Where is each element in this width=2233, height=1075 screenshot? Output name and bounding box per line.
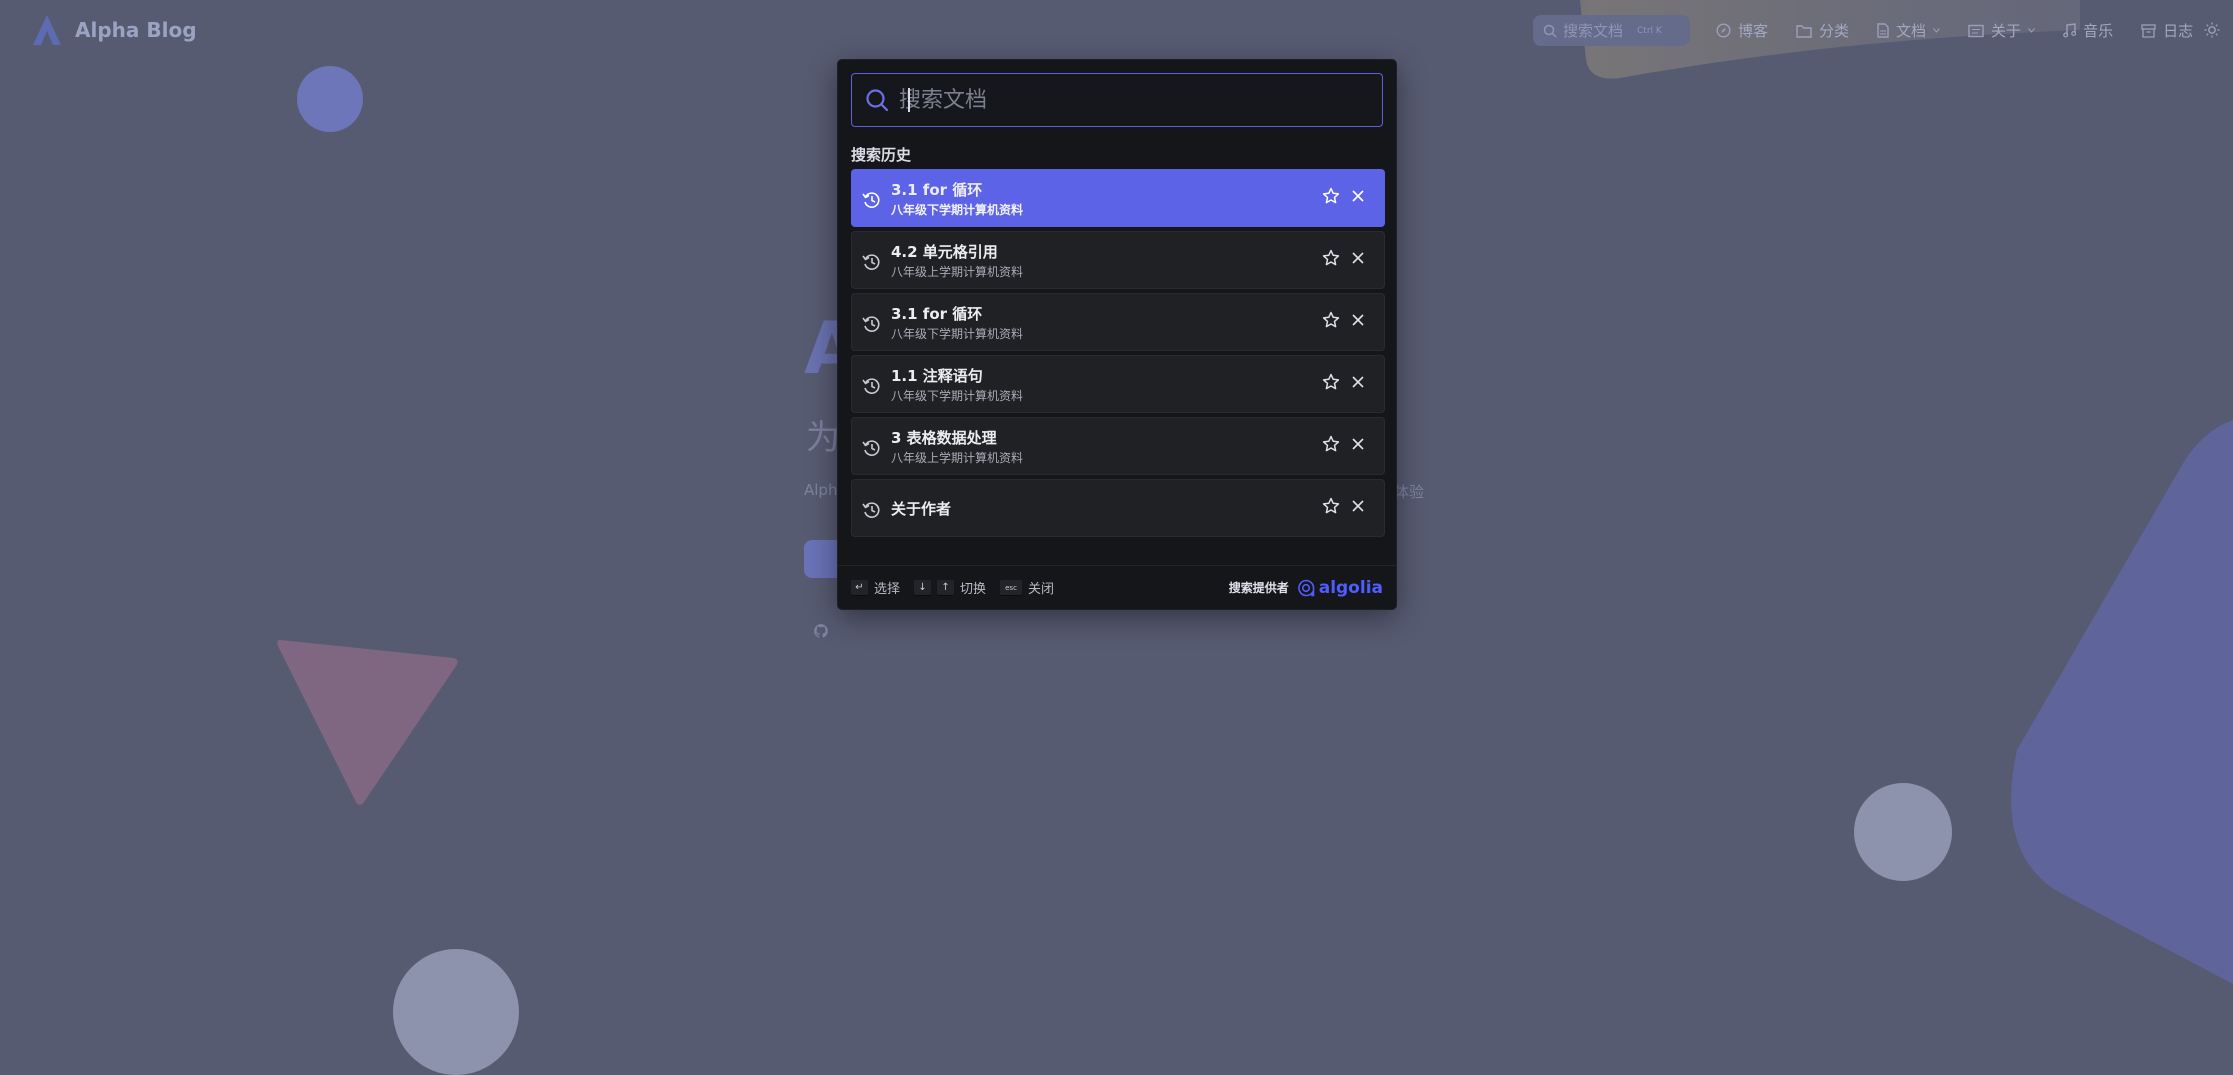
decorative-circle xyxy=(297,66,363,132)
star-icon[interactable] xyxy=(1322,373,1340,391)
history-item-title: 4.2 单元格引用 xyxy=(891,243,998,261)
close-icon[interactable] xyxy=(1352,314,1364,326)
nav-link-category[interactable]: 分类 xyxy=(1796,20,1849,41)
compass-icon xyxy=(1716,23,1731,38)
enter-key-icon: ↵ xyxy=(851,579,868,596)
nav-link-label: 关于 xyxy=(1991,22,2022,40)
escape-key-icon: esc xyxy=(1000,579,1023,596)
id-card-icon xyxy=(1968,24,1984,37)
nav-search-button[interactable]: 搜索文档 Ctrl K xyxy=(1533,15,1690,46)
decorative-circle xyxy=(393,949,519,1075)
nav-link-label: 分类 xyxy=(1819,22,1850,40)
history-item-title: 3.1 for 循环 xyxy=(891,305,983,323)
nav-search-shortcut: Ctrl K xyxy=(1637,25,1662,36)
search-icon xyxy=(866,89,889,112)
history-item-subtitle: 八年级下学期计算机资料 xyxy=(891,389,1024,403)
hero-description: Alph xyxy=(804,481,838,499)
history-item[interactable]: 3.1 for 循环 八年级下学期计算机资料 xyxy=(851,169,1385,227)
logo-icon xyxy=(33,15,61,45)
decorative-triangle xyxy=(277,640,458,805)
search-input[interactable] xyxy=(897,86,1361,114)
arrow-down-key-icon: ↓ xyxy=(914,579,932,596)
history-icon xyxy=(862,316,880,332)
star-icon[interactable] xyxy=(1322,249,1340,267)
history-item-subtitle: 八年级下学期计算机资料 xyxy=(891,203,1024,217)
brand-name: Alpha Blog xyxy=(75,18,197,42)
nav-link-music[interactable]: 音乐 xyxy=(2063,20,2113,41)
algolia-logo: algolia xyxy=(1297,578,1383,598)
nav-search-placeholder: 搜索文档 xyxy=(1563,22,1624,40)
star-icon[interactable] xyxy=(1322,435,1340,453)
history-icon xyxy=(862,502,880,518)
document-icon xyxy=(1877,23,1889,38)
history-icon xyxy=(862,440,880,456)
algolia-icon xyxy=(1297,579,1315,596)
search-modal: 搜索历史 3.1 for 循环 八年级下学期计算机资料 4.2 单元格引用 八年… xyxy=(838,60,1396,609)
folder-icon xyxy=(1796,24,1812,38)
search-history-list: 3.1 for 循环 八年级下学期计算机资料 4.2 单元格引用 八年级上学期计… xyxy=(851,169,1385,541)
nav-link-label: 日志 xyxy=(2163,22,2194,40)
nav-link-about[interactable]: 关于 xyxy=(1968,20,2035,41)
history-icon xyxy=(862,254,880,270)
algolia-wordmark: algolia xyxy=(1318,577,1383,598)
arrow-up-key-icon: ↑ xyxy=(937,579,955,596)
archive-icon xyxy=(2141,23,2156,38)
history-item[interactable]: 3 表格数据处理 八年级上学期计算机资料 xyxy=(851,417,1385,475)
chevron-down-icon xyxy=(2028,28,2035,33)
history-item-subtitle: 八年级下学期计算机资料 xyxy=(891,327,1024,341)
history-item[interactable]: 关于作者 xyxy=(851,479,1385,537)
history-item[interactable]: 1.1 注释语句 八年级下学期计算机资料 xyxy=(851,355,1385,413)
decorative-circle xyxy=(1854,783,1952,881)
hero-subtitle: 为 xyxy=(806,418,840,458)
star-icon[interactable] xyxy=(1322,311,1340,329)
history-item-subtitle: 八年级上学期计算机资料 xyxy=(891,451,1024,465)
sun-icon[interactable] xyxy=(2204,22,2220,38)
history-item-subtitle: 八年级上学期计算机资料 xyxy=(891,265,1024,279)
history-item[interactable]: 3.1 for 循环 八年级下学期计算机资料 xyxy=(851,293,1385,351)
nav-links: 博客 分类 文档 关于 音乐 日志 xyxy=(1716,20,2221,41)
top-nav: Alpha Blog 搜索文档 Ctrl K 博客 分类 文档 关于 音乐 日志 xyxy=(0,0,2233,62)
history-icon xyxy=(862,192,880,208)
text-cursor xyxy=(908,88,910,112)
close-icon[interactable] xyxy=(1352,376,1364,388)
nav-link-label: 博客 xyxy=(1738,22,1769,40)
search-form xyxy=(851,73,1383,127)
close-hint: 关闭 xyxy=(1028,582,1055,597)
history-item-title: 1.1 注释语句 xyxy=(891,367,983,385)
search-icon xyxy=(1543,24,1557,38)
nav-link-blog[interactable]: 博客 xyxy=(1716,20,1768,41)
close-icon[interactable] xyxy=(1352,252,1364,264)
select-hint: 选择 xyxy=(874,582,901,597)
star-icon[interactable] xyxy=(1322,187,1340,205)
nav-link-label: 文档 xyxy=(1896,22,1927,40)
close-icon[interactable] xyxy=(1352,190,1364,202)
decorative-polygon xyxy=(2011,420,2233,984)
navigate-hint: 切换 xyxy=(960,582,987,597)
github-icon[interactable] xyxy=(813,623,829,639)
history-item[interactable]: 4.2 单元格引用 八年级上学期计算机资料 xyxy=(851,231,1385,289)
history-item-title: 3 表格数据处理 xyxy=(891,429,997,447)
history-item-title: 关于作者 xyxy=(891,500,952,518)
close-icon[interactable] xyxy=(1352,438,1364,450)
nav-link-docs[interactable]: 文档 xyxy=(1877,20,1940,41)
nav-link-label: 音乐 xyxy=(2083,22,2114,40)
search-history-title: 搜索历史 xyxy=(851,146,912,164)
brand-logo[interactable]: Alpha Blog xyxy=(33,15,197,45)
music-note-icon xyxy=(2063,23,2077,38)
search-modal-footer: ↵ 选择 ↓ ↑ 切换 esc 关闭 搜索提供者 algolia xyxy=(838,565,1396,609)
star-icon[interactable] xyxy=(1322,497,1340,515)
history-icon xyxy=(862,378,880,394)
close-icon[interactable] xyxy=(1352,500,1364,512)
search-provider-label: 搜索提供者 xyxy=(1228,581,1289,595)
hero-description-end: 体验 xyxy=(1394,483,1425,501)
nav-link-log[interactable]: 日志 xyxy=(2141,20,2193,41)
history-item-title: 3.1 for 循环 xyxy=(891,181,983,199)
search-provider[interactable]: 搜索提供者 algolia xyxy=(1229,578,1383,598)
chevron-down-icon xyxy=(1933,28,1940,33)
